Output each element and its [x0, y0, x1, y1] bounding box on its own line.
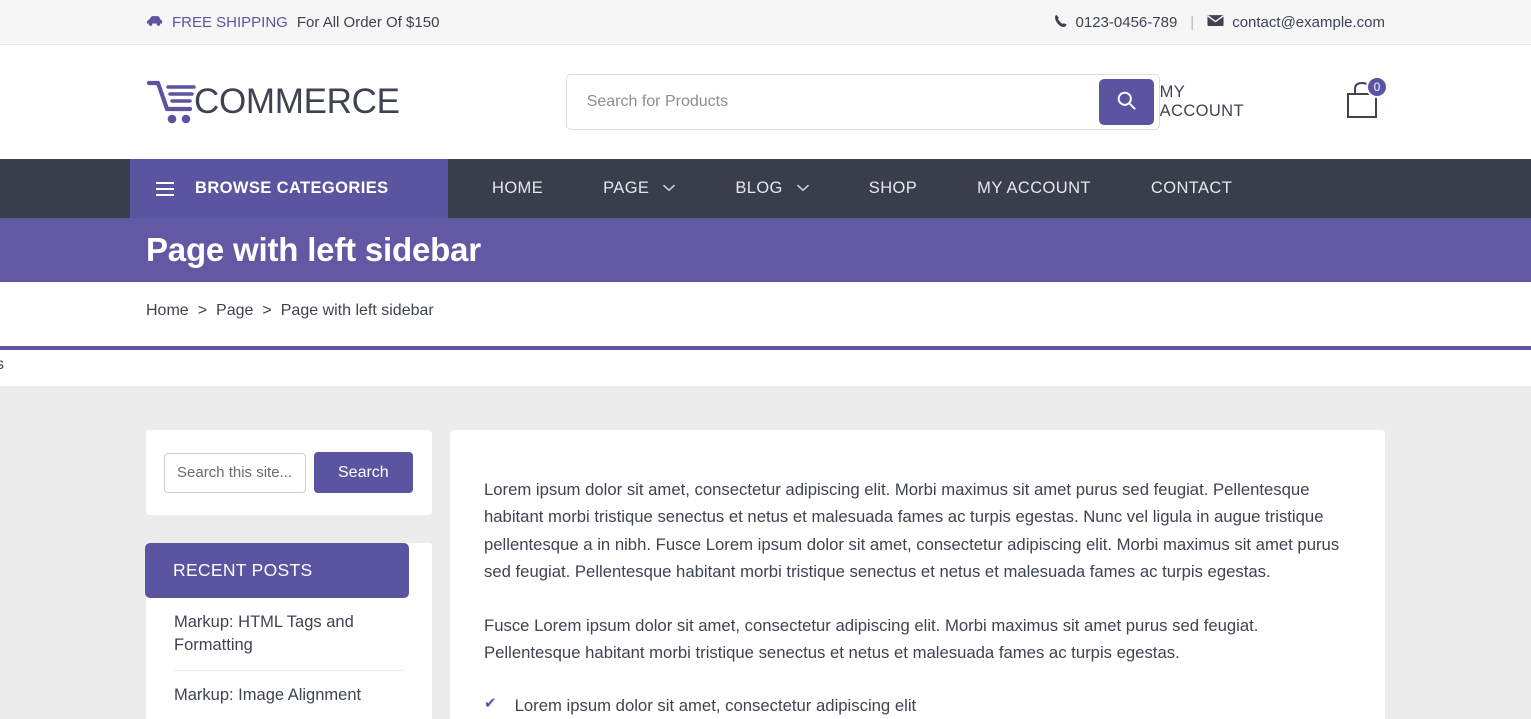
content-paragraph-1: Lorem ipsum dolor sit amet, consectetur …	[484, 480, 1340, 582]
site-logo[interactable]: COMMERCE	[146, 78, 566, 126]
main-navigation-bar: BROWSE CATEGORIES HOME PAGE BLOG SHOP MY…	[0, 159, 1531, 218]
shopping-cart-icon	[146, 78, 198, 126]
content-check-list: ✔ Lorem ipsum dolor sit amet, consectetu…	[484, 692, 1345, 719]
contact-info: 0123-0456-789 | contact@example.com	[1054, 14, 1385, 31]
nav-item-page[interactable]: PAGE	[603, 179, 676, 198]
breadcrumb: Home > Page > Page with left sidebar	[0, 282, 1531, 340]
nav-item-shop[interactable]: SHOP	[869, 179, 917, 198]
list-item: ✔ Lorem ipsum dolor sit amet, consectetu…	[484, 692, 1345, 719]
nav-item-label: MY ACCOUNT	[977, 179, 1091, 197]
envelope-icon	[1207, 14, 1224, 30]
nav-item-label: CONTACT	[1150, 179, 1233, 197]
search-icon	[1116, 90, 1137, 114]
list-item: Markup: HTML Tags and Formatting	[174, 598, 404, 671]
breadcrumb-page[interactable]: Page	[216, 302, 253, 320]
site-search-button[interactable]: Search	[314, 452, 413, 493]
nav-item-label: BLOG	[735, 179, 783, 197]
search-input[interactable]	[566, 75, 1099, 129]
phone-icon	[1054, 14, 1068, 31]
product-search-bar	[565, 74, 1160, 130]
left-sidebar: Search RECENT POSTS Markup: HTML Tags an…	[145, 430, 432, 719]
topbar-separator: |	[1190, 13, 1195, 31]
nav-item-contact[interactable]: CONTACT	[1151, 179, 1232, 198]
nav-item-my-account[interactable]: MY ACCOUNT	[977, 179, 1091, 198]
hamburger-icon	[156, 181, 174, 196]
recent-post-link[interactable]: Markup: Image Alignment	[174, 671, 404, 719]
nav-item-label: HOME	[492, 179, 544, 197]
main-content-area: Search RECENT POSTS Markup: HTML Tags an…	[0, 386, 1531, 719]
cart-button[interactable]: 0	[1342, 76, 1388, 126]
phone-number: 0123-0456-789	[1075, 13, 1178, 31]
nav-menu: HOME PAGE BLOG SHOP MY ACCOUNT CONTACT	[448, 159, 1232, 218]
check-list-text: Lorem ipsum dolor sit amet, consectetur …	[514, 696, 917, 716]
browse-categories-button[interactable]: BROWSE CATEGORIES	[130, 159, 448, 218]
free-shipping-text: For All Order Of $150	[296, 13, 440, 31]
email-address: contact@example.com	[1232, 13, 1385, 31]
chevron-down-icon	[663, 183, 676, 195]
recent-posts-widget: RECENT POSTS Markup: HTML Tags and Forma…	[145, 543, 432, 719]
article-content-card: Lorem ipsum dolor sit amet, consectetur …	[450, 430, 1385, 719]
clipped-outlined-box	[0, 346, 1531, 386]
recent-posts-list: Markup: HTML Tags and Formatting Markup:…	[146, 598, 432, 719]
nav-item-label: SHOP	[868, 179, 918, 197]
check-icon: ✔	[484, 695, 497, 713]
logo-text: COMMERCE	[194, 82, 400, 121]
site-header: COMMERCE MY ACCOUNT 0	[0, 45, 1531, 159]
breadcrumb-separator: >	[262, 302, 272, 319]
nav-item-blog[interactable]: BLOG	[735, 179, 809, 198]
nav-item-home[interactable]: HOME	[492, 179, 543, 198]
browse-categories-label: BROWSE CATEGORIES	[195, 179, 389, 197]
breadcrumb-separator: >	[197, 302, 208, 319]
cart-count-badge: 0	[1366, 76, 1388, 98]
header-actions: MY ACCOUNT 0	[1160, 76, 1388, 126]
sidebar-search-widget: Search	[146, 430, 432, 515]
site-search-input[interactable]	[164, 452, 306, 493]
truck-icon	[146, 15, 163, 30]
email-group[interactable]: contact@example.com	[1207, 14, 1385, 31]
page-title-banner: Page with left sidebar	[0, 218, 1531, 282]
breadcrumb-current: Page with left sidebar	[280, 302, 434, 319]
content-paragraph-2: Fusce Lorem ipsum dolor sit amet, consec…	[484, 615, 1259, 662]
list-item: Markup: Image Alignment	[174, 671, 404, 719]
free-shipping-notice: FREE SHIPPING For All Order Of $150	[146, 14, 439, 31]
clipped-overlay-strip: s	[0, 340, 1531, 386]
recent-posts-title: RECENT POSTS	[145, 543, 409, 598]
clipped-partial-text: s	[0, 356, 4, 373]
nav-left-spacer	[0, 159, 130, 218]
shopping-bag-icon	[1342, 81, 1382, 126]
recent-post-link[interactable]: Markup: HTML Tags and Formatting	[174, 598, 404, 670]
breadcrumb-home[interactable]: Home	[146, 302, 189, 320]
search-submit-button[interactable]	[1098, 79, 1154, 125]
nav-item-label: PAGE	[603, 179, 650, 197]
free-shipping-highlight: FREE SHIPPING	[172, 13, 288, 31]
my-account-link[interactable]: MY ACCOUNT	[1160, 83, 1272, 121]
top-announcement-bar: FREE SHIPPING For All Order Of $150 0123…	[0, 0, 1531, 45]
chevron-down-icon	[796, 183, 809, 195]
phone-group[interactable]: 0123-0456-789	[1054, 13, 1178, 31]
page-title: Page with left sidebar	[146, 231, 481, 268]
